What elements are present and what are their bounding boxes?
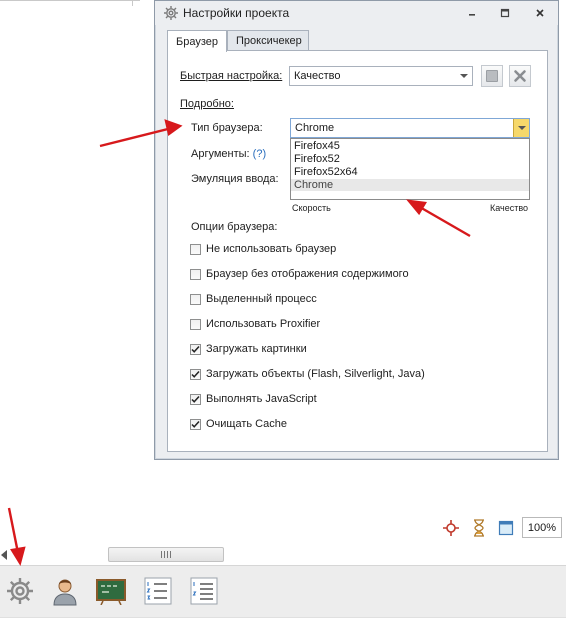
grip-icon — [161, 551, 171, 558]
dialog-title: Настройки проекта — [183, 6, 290, 20]
checkbox-box[interactable] — [190, 368, 201, 380]
background-window-divider — [132, 0, 133, 6]
save-icon — [486, 70, 498, 82]
quick-setting-value: Качество — [294, 70, 341, 82]
tab-browser[interactable]: Браузер — [167, 30, 227, 52]
checkbox-label: Использовать Proxifier — [206, 318, 321, 330]
checkbox-run-javascript[interactable]: Выполнять JavaScript — [190, 391, 317, 407]
browser-options-label: Опции браузера: — [191, 221, 278, 233]
checkmark-icon — [191, 420, 200, 428]
arguments-label-text: Аргументы: — [191, 148, 250, 160]
checkbox-dedicated-process[interactable]: Выделенный процесс — [190, 291, 317, 307]
checkbox-box[interactable] — [190, 268, 201, 280]
dropdown-option-firefox52[interactable]: Firefox52 — [291, 153, 529, 165]
close-icon — [514, 70, 526, 82]
chalkboard-icon — [96, 579, 126, 605]
numbered-list-icon — [144, 577, 172, 605]
browser-type-label: Тип браузера: — [191, 122, 263, 134]
dropdown-option-firefox52x64[interactable]: Firefox52x64 — [291, 166, 529, 178]
delete-preset-button[interactable] — [509, 65, 531, 87]
checkbox-box[interactable] — [190, 418, 201, 430]
checkbox-box[interactable] — [190, 343, 201, 355]
gear-icon — [163, 5, 179, 21]
numbered-list-button[interactable] — [141, 574, 175, 608]
browser-type-dropdown-list: Firefox45 Firefox52 Firefox52x64 Chrome — [290, 138, 530, 200]
window-icon[interactable] — [495, 517, 517, 539]
input-emulation-label: Эмуляция ввода: — [191, 173, 279, 185]
slider-quality-label: Качество — [490, 203, 529, 213]
dialog-titlebar: Настройки проекта — [155, 1, 558, 25]
project-settings-dialog: Настройки проекта Браузер Проксичекер Бы… — [154, 0, 559, 460]
numbered-list-alt-button[interactable] — [187, 574, 221, 608]
horizontal-scrollbar[interactable] — [0, 545, 566, 565]
chevron-down-icon — [456, 67, 472, 85]
settings-button[interactable] — [3, 574, 37, 608]
checkbox-label: Загружать картинки — [206, 343, 307, 355]
checkbox-label: Браузер без отображения содержимого — [206, 268, 409, 280]
save-preset-button[interactable] — [481, 65, 503, 87]
checkbox-label: Выполнять JavaScript — [206, 393, 317, 405]
checkmark-icon — [191, 345, 200, 353]
user-icon — [53, 579, 77, 606]
checkbox-clear-cache[interactable]: Очищать Cache — [190, 416, 287, 432]
checkbox-box[interactable] — [190, 293, 201, 305]
checkbox-use-proxifier[interactable]: Использовать Proxifier — [190, 316, 320, 332]
canvas-toolbar: 100% — [434, 515, 566, 541]
checkmark-icon — [191, 395, 200, 403]
checkmark-icon — [191, 370, 200, 378]
scroll-left-arrow-icon[interactable] — [1, 550, 7, 560]
browser-settings-panel: Быстрая настройка: Качество Подробно: Ти… — [167, 50, 548, 452]
browser-type-value: Chrome — [295, 122, 335, 134]
checkbox-load-objects[interactable]: Загружать объекты (Flash, Silverlight, J… — [190, 366, 425, 382]
chevron-down-icon — [513, 119, 529, 137]
slider-speed-label: Скорость — [292, 203, 331, 213]
checkbox-label: Загружать объекты (Flash, Silverlight, J… — [206, 368, 425, 380]
dropdown-option-chrome[interactable]: Chrome — [291, 179, 529, 191]
minimize-button[interactable] — [465, 6, 479, 20]
checkbox-headless-browser[interactable]: Браузер без отображения содержимого — [190, 266, 409, 282]
arguments-help-link[interactable]: (?) — [253, 148, 266, 160]
zoom-level-field[interactable]: 100% — [522, 517, 562, 538]
dropdown-option-firefox45[interactable]: Firefox45 — [291, 140, 529, 152]
checkbox-load-images[interactable]: Загружать картинки — [190, 341, 307, 357]
quick-setting-select[interactable]: Качество — [289, 66, 473, 86]
gear-icon — [7, 578, 33, 604]
chalkboard-button[interactable] — [94, 574, 128, 608]
checkbox-no-browser[interactable]: Не использовать браузер — [190, 241, 336, 257]
scrollbar-thumb[interactable] — [108, 547, 224, 562]
background-window-edge — [0, 0, 140, 2]
arguments-label: Аргументы: (?) — [191, 148, 266, 160]
checkbox-label: Не использовать браузер — [206, 243, 337, 255]
profile-button[interactable] — [48, 574, 82, 608]
status-strip — [0, 617, 566, 630]
checkbox-box[interactable] — [190, 318, 201, 330]
checkbox-box[interactable] — [190, 243, 201, 255]
crosshair-icon[interactable] — [440, 517, 462, 539]
checkbox-label: Очищать Cache — [206, 418, 287, 430]
browser-type-select[interactable]: Chrome — [290, 118, 530, 138]
quick-setting-label: Быстрая настройка: — [180, 70, 283, 82]
numbered-list-alt-icon — [190, 577, 218, 605]
tab-proxy-checker[interactable]: Проксичекер — [227, 30, 309, 51]
close-button[interactable] — [533, 6, 547, 20]
maximize-button[interactable] — [498, 6, 512, 20]
checkbox-label: Выделенный процесс — [206, 293, 317, 305]
details-label: Подробно: — [180, 98, 234, 110]
checkbox-box[interactable] — [190, 393, 201, 405]
hourglass-icon[interactable] — [468, 517, 490, 539]
bottom-toolbar — [0, 565, 566, 617]
